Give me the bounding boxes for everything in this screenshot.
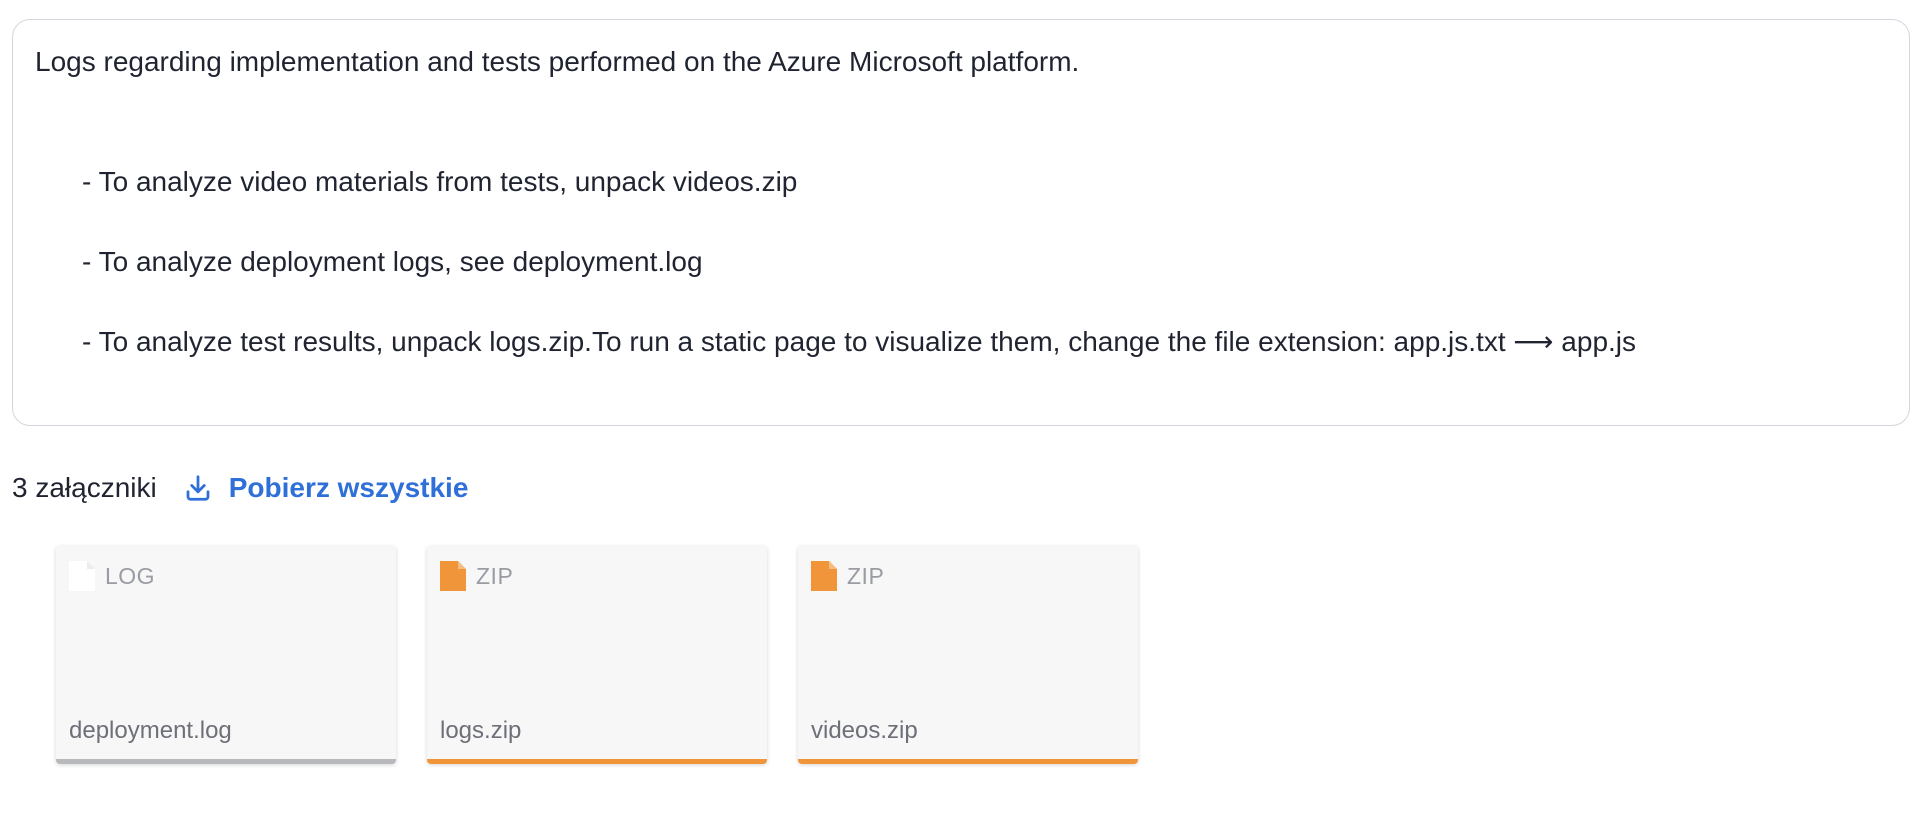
attachments-header: 3 załączniki Pobierz wszystkie <box>12 470 468 506</box>
download-icon <box>186 475 210 501</box>
download-all-button[interactable]: Pobierz wszystkie <box>183 472 469 504</box>
attachment-card-deployment-log[interactable]: LOG deployment.log <box>56 546 396 764</box>
attachment-filename: deployment.log <box>69 717 232 744</box>
attachment-card-logs-zip[interactable]: ZIP logs.zip <box>427 546 767 764</box>
attachment-type-row: ZIP <box>811 561 884 591</box>
attachment-list: LOG deployment.log ZIP logs.zip ZIP vide… <box>56 546 1138 764</box>
attachment-type: LOG <box>105 562 156 589</box>
message-item-results: - To analyze test results, unpack logs.z… <box>82 326 1637 357</box>
attachments-count: 3 załączniki <box>12 472 157 503</box>
attachment-type: ZIP <box>476 562 514 589</box>
zip-file-icon <box>440 561 466 591</box>
file-icon <box>69 561 95 591</box>
attachment-filename: videos.zip <box>811 717 918 744</box>
message-item-videos: - To analyze video materials from tests,… <box>82 166 798 197</box>
attachment-type: ZIP <box>847 562 885 589</box>
attachment-stripe <box>56 759 396 764</box>
attachment-card-videos-zip[interactable]: ZIP videos.zip <box>798 546 1138 764</box>
attachment-stripe <box>798 759 1138 764</box>
attachment-filename: logs.zip <box>440 717 522 744</box>
message-item-deployment: - To analyze deployment logs, see deploy… <box>82 246 703 277</box>
message-body: Logs regarding implementation and tests … <box>12 19 1910 426</box>
attachment-type-row: ZIP <box>440 561 513 591</box>
zip-file-icon <box>811 561 837 591</box>
attachment-stripe <box>427 759 767 764</box>
message-intro: Logs regarding implementation and tests … <box>35 46 1080 77</box>
download-all-label: Pobierz wszystkie <box>228 472 469 503</box>
attachment-type-row: LOG <box>69 561 155 591</box>
